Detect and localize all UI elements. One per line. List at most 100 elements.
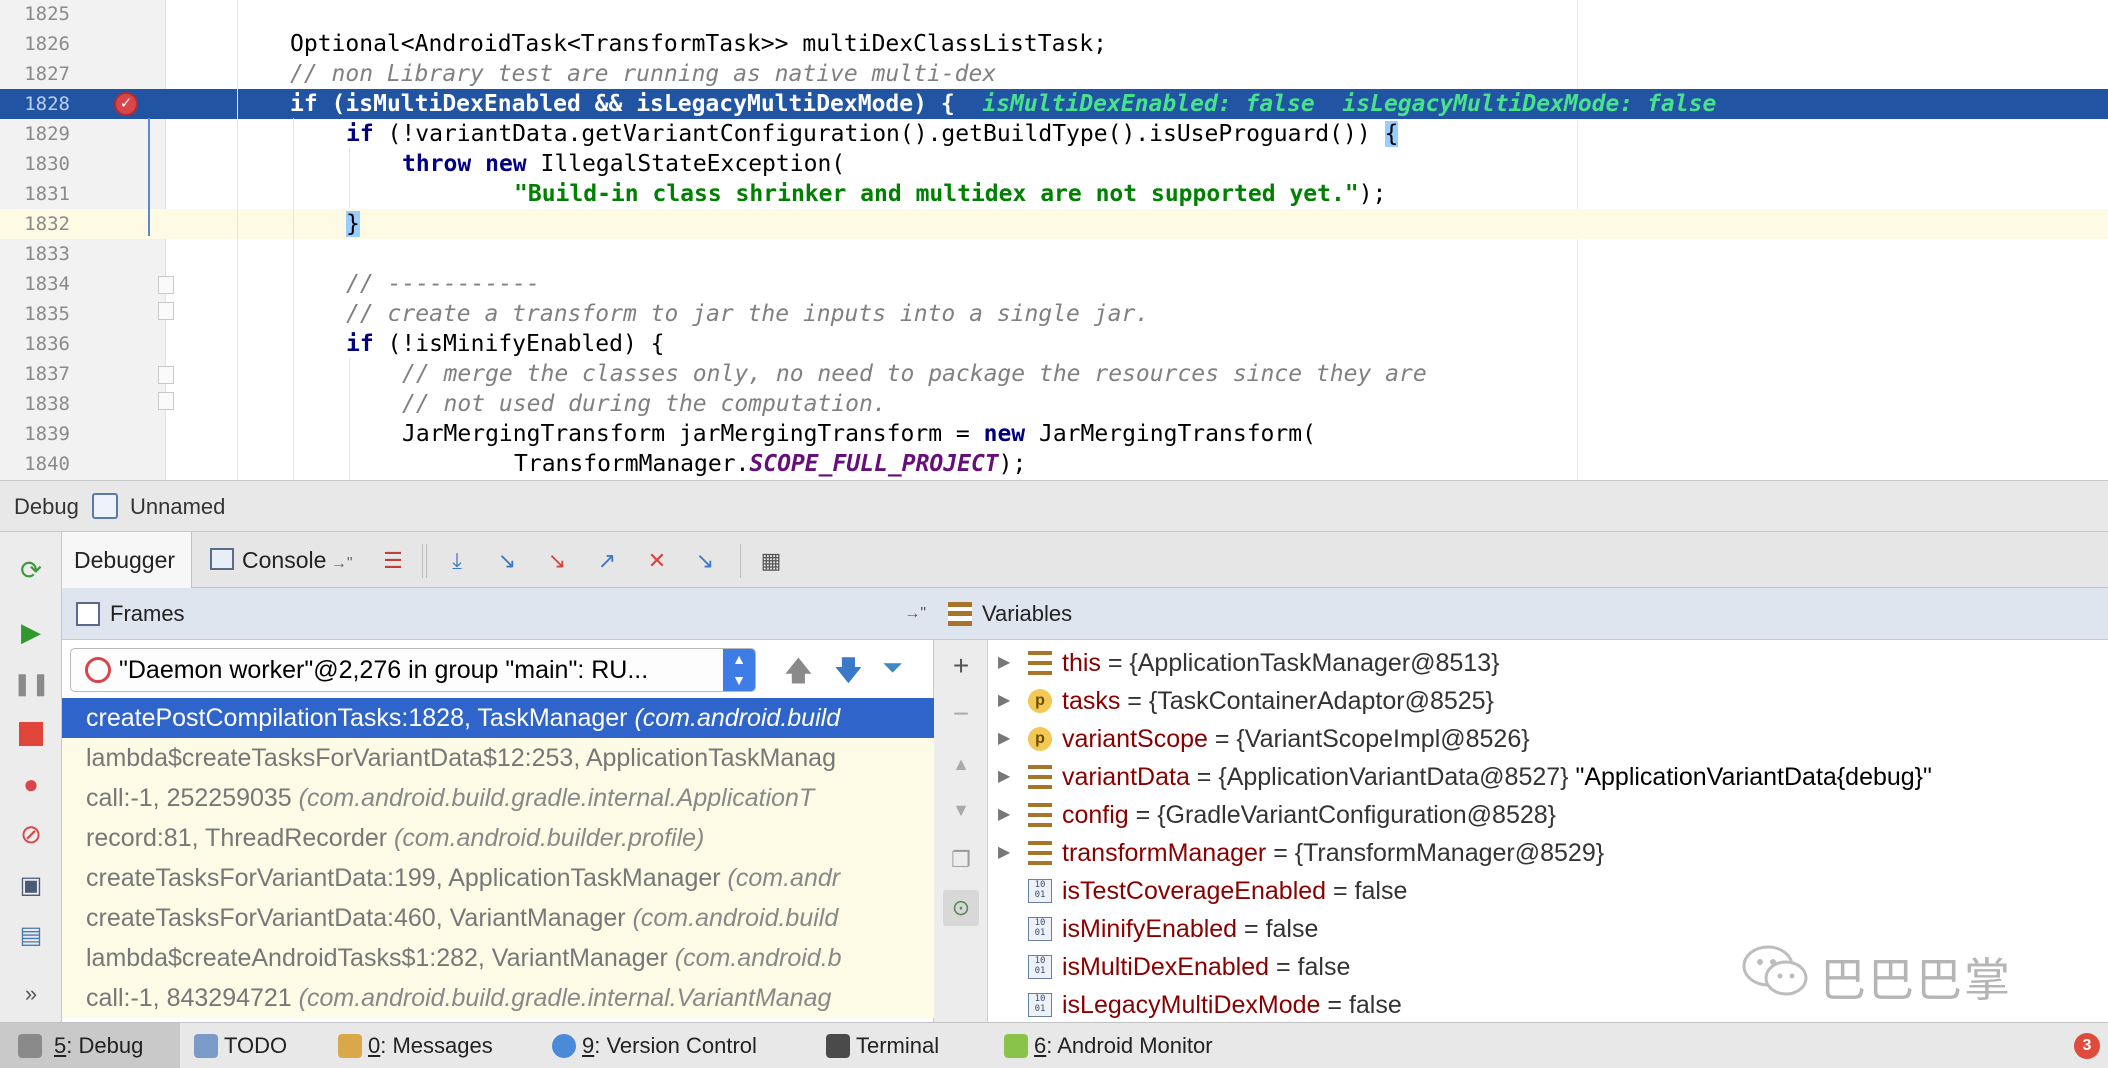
view-breakpoints-icon[interactable]: ● — [13, 766, 49, 802]
stop-icon[interactable] — [13, 716, 49, 752]
code-line-1836[interactable]: 1836 if (!isMinifyEnabled) { — [0, 329, 2108, 359]
frame-row[interactable]: createTasksForVariantData:460, VariantMa… — [62, 898, 934, 938]
variable-row-variantScope[interactable]: ▶ p variantScope = {VariantScopeImpl@852… — [988, 720, 2108, 758]
tool-tab-version-control[interactable]: 9: Version Control — [544, 1023, 757, 1068]
show-watches-icon[interactable]: ⊙ — [943, 890, 979, 926]
code-line-1834[interactable]: 1834 // ----------- — [0, 269, 2108, 299]
expand-arrow-icon[interactable]: ▶ — [998, 796, 1010, 834]
frame-row[interactable]: call:-1, 843294721 (com.android.build.gr… — [62, 978, 934, 1018]
fold-marker-icon[interactable] — [158, 392, 174, 410]
toolbar-separator — [422, 544, 423, 578]
code-text: TransformManager.SCOPE_FULL_PROJECT); — [514, 451, 1027, 477]
add-watch-icon[interactable]: + — [943, 648, 979, 684]
debug-label: Debug — [14, 494, 79, 519]
code-line-1828-execution-point[interactable]: 1828 if (isMultiDexEnabled && isLegacyMu… — [0, 89, 2108, 119]
camera-icon[interactable]: ▣ — [13, 868, 49, 904]
variable-row-this[interactable]: ▶ this = {ApplicationTaskManager@8513} — [988, 644, 2108, 682]
previous-frame-icon[interactable]: 🡅 — [784, 650, 813, 698]
code-line-1825[interactable]: 1825 — [0, 0, 2108, 29]
step-out-icon[interactable]: ↗ — [592, 546, 622, 576]
code-editor[interactable]: 1825 1826 Optional<AndroidTask<Transform… — [0, 0, 2108, 480]
chevron-up-down-icon: ▲ ▼ — [723, 649, 755, 691]
resume-icon[interactable]: ▶ — [13, 614, 49, 650]
variable-row-transformManager[interactable]: ▶ transformManager = {TransformManager@8… — [988, 834, 2108, 872]
run-config-tab[interactable]: Unnamed — [130, 494, 225, 520]
tool-tab-todo[interactable]: TODO — [186, 1023, 287, 1068]
line-number: 1830 — [24, 153, 70, 175]
expand-arrow-icon[interactable]: ▶ — [998, 644, 1010, 682]
code-line-1830[interactable]: 1830 throw new IllegalStateException( — [0, 149, 2108, 179]
run-to-cursor-icon[interactable]: ↘ — [690, 546, 720, 576]
code-line-1829[interactable]: 1829 if (!variantData.getVariantConfigur… — [0, 119, 2108, 149]
copy-icon[interactable]: ❐ — [943, 842, 979, 878]
tool-tab-terminal[interactable]: Terminal — [818, 1023, 939, 1068]
frames-title: Frames — [110, 601, 185, 626]
breakpoint-icon[interactable]: ✓ — [114, 92, 138, 116]
frame-row[interactable]: record:81, ThreadRecorder (com.android.b… — [62, 818, 934, 858]
code-line-1840[interactable]: 1840 TransformManager.SCOPE_FULL_PROJECT… — [0, 449, 2108, 479]
fold-marker-icon[interactable] — [158, 302, 174, 320]
rerun-icon[interactable]: ⟳ — [13, 552, 49, 588]
next-frame-icon[interactable]: 🡇 — [834, 650, 863, 698]
tool-tab-android-monitor[interactable]: 6: Android Monitor — [996, 1023, 1213, 1068]
code-line-1839[interactable]: 1839 JarMergingTransform jarMergingTrans… — [0, 419, 2108, 449]
tab-debugger[interactable]: Debugger — [62, 532, 192, 588]
frames-panel: Frames →" "Daemon worker"@2,276 in group… — [62, 588, 934, 1022]
expand-arrow-icon[interactable]: ▶ — [998, 682, 1010, 720]
console-icon — [210, 548, 234, 570]
tool-tab-messages[interactable]: 0: Messages — [330, 1023, 493, 1068]
frame-row-selected[interactable]: createPostCompilationTasks:1828, TaskMan… — [62, 698, 934, 738]
pin-icon[interactable]: →" — [904, 588, 926, 640]
variables-icon — [948, 602, 972, 626]
variable-row-isTestCoverageEnabled[interactable]: 10 01 isTestCoverageEnabled = false — [988, 872, 2108, 910]
thread-suspended-icon — [85, 657, 111, 683]
code-line-1831[interactable]: 1831 "Build-in class shrinker and multid… — [0, 179, 2108, 209]
todo-icon — [194, 1034, 218, 1058]
frames-icon — [76, 602, 100, 626]
frame-row[interactable]: call:-1, 252259035 (com.android.build.gr… — [62, 778, 934, 818]
line-number: 1840 — [24, 453, 70, 475]
code-line-1826[interactable]: 1826 Optional<AndroidTask<TransformTask>… — [0, 29, 2108, 59]
indent-guide — [237, 0, 238, 480]
variable-row-tasks[interactable]: ▶ p tasks = {TaskContainerAdaptor@8525} — [988, 682, 2108, 720]
code-line-1838[interactable]: 1838 // not used during the computation. — [0, 389, 2108, 419]
evaluate-expression-icon[interactable]: ▦ — [756, 546, 786, 576]
code-line-1832-caret[interactable]: 1832 } — [0, 209, 2108, 239]
remove-watch-icon[interactable]: − — [943, 696, 979, 732]
code-line-1833[interactable]: 1833 — [0, 239, 2108, 269]
frame-row[interactable]: lambda$createTasksForVariantData$12:253,… — [62, 738, 934, 778]
tool-tab-debug[interactable]: 5: Debug — [0, 1023, 180, 1068]
pause-icon[interactable]: ❚❚ — [13, 666, 50, 702]
expand-arrow-icon[interactable]: ▶ — [998, 758, 1010, 796]
show-execution-point-icon[interactable]: ☰ — [378, 546, 408, 576]
expand-arrow-icon[interactable]: ▶ — [998, 834, 1010, 872]
code-line-1837[interactable]: 1837 // merge the classes only, no need … — [0, 359, 2108, 389]
fold-marker-icon[interactable] — [158, 276, 174, 294]
debug-bug-icon — [18, 1034, 42, 1058]
move-up-icon[interactable]: ▲ — [943, 746, 979, 782]
code-comment: // not used during the computation. — [402, 391, 887, 417]
variable-row-config[interactable]: ▶ config = {GradleVariantConfiguration@8… — [988, 796, 2108, 834]
restore-layout-icon[interactable]: ▤ — [13, 918, 49, 954]
code-line-1835[interactable]: 1835 // create a transform to jar the in… — [0, 299, 2108, 329]
mute-breakpoints-icon[interactable]: ⊘ — [13, 816, 49, 852]
variable-row-variantData[interactable]: ▶ variantData = {ApplicationVariantData@… — [988, 758, 2108, 796]
vcs-change-marker[interactable] — [148, 118, 150, 236]
expand-arrow-icon[interactable]: ▶ — [998, 720, 1010, 758]
thread-selector[interactable]: "Daemon worker"@2,276 in group "main": R… — [70, 648, 756, 692]
filter-icon[interactable]: ⏷ — [882, 652, 903, 684]
frame-row[interactable]: createTasksForVariantData:199, Applicati… — [62, 858, 934, 898]
move-down-icon[interactable]: ▼ — [943, 792, 979, 828]
frame-row[interactable]: lambda$createAndroidTasks$1:282, Variant… — [62, 938, 934, 978]
drop-frame-icon[interactable]: ✕ — [642, 546, 672, 576]
debugger-toolbar: Debugger Console →" ☰ ⤓ ↘ ↘ ↗ ✕ ↘ ▦ — [62, 532, 2108, 588]
event-log-badge[interactable]: 3 — [2074, 1033, 2100, 1059]
watermark: 巴巴巴掌 — [1740, 936, 2040, 1007]
force-step-into-icon[interactable]: ↘ — [542, 546, 572, 576]
toolbar-separator — [740, 544, 741, 578]
code-line-1827[interactable]: 1827 // non Library test are running as … — [0, 59, 2108, 89]
step-into-icon[interactable]: ↘ — [492, 546, 522, 576]
fold-marker-icon[interactable] — [158, 366, 174, 384]
step-over-icon[interactable]: ⤓ — [442, 546, 472, 576]
more-icon[interactable]: » — [13, 976, 49, 1012]
